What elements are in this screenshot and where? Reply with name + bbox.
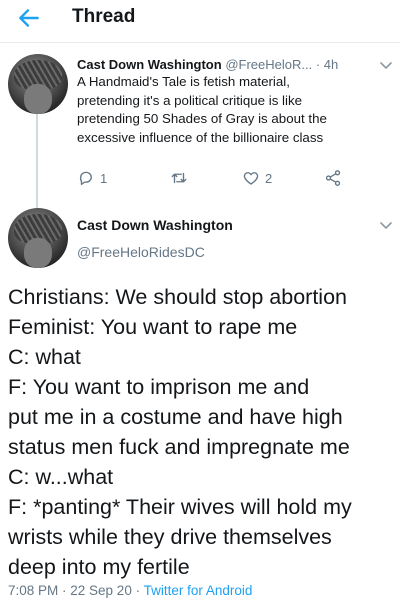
retweet-icon — [171, 172, 187, 184]
tweet-time: · 4h — [315, 57, 339, 72]
header-divider — [0, 42, 400, 43]
back-arrow-icon[interactable] — [16, 5, 42, 31]
tweet-timestamp: 7:08 PM · 22 Sep 20 · — [8, 583, 144, 598]
tweet-author-line: Cast Down Washington @FreeHeloR... · 4h — [77, 57, 338, 72]
top-bar: Thread — [0, 0, 400, 36]
author-name[interactable]: Cast Down Washington — [77, 217, 233, 233]
like-count: 2 — [265, 170, 273, 186]
tweet-line: Feminist: You want to rape me — [8, 315, 298, 339]
tweet-line: excessive influence of the billionaire c… — [77, 129, 324, 145]
like-button[interactable]: 2 — [242, 168, 272, 188]
reply-icon — [79, 171, 92, 186]
chevron-down-icon[interactable] — [379, 221, 393, 231]
reply-count: 1 — [100, 170, 108, 186]
like-icon — [243, 172, 259, 185]
tweet-line: Christians: We should stop abortion — [8, 285, 348, 309]
thread-connector — [36, 114, 38, 209]
tweet-text: Christians: We should stop abortion Femi… — [8, 282, 398, 582]
tweet-line: put me in a costume and have high — [8, 405, 343, 429]
reply-button[interactable]: 1 — [77, 168, 107, 188]
share-icon — [325, 170, 341, 186]
tweet-text: A Handmaid's Tale is fetish material, pr… — [77, 73, 377, 147]
author-handle[interactable]: @FreeHeloRidesDC — [77, 244, 205, 260]
tweet-line: wrists while they drive themselves — [8, 525, 332, 549]
tweet-line: pretending 50 Shades of Gray is about th… — [77, 111, 327, 126]
tweet-line: pretending it's a political critique is … — [77, 92, 303, 108]
chevron-down-icon[interactable] — [379, 61, 393, 71]
tweet-line: C: what — [8, 345, 81, 369]
share-button[interactable] — [324, 168, 342, 188]
tweet-line: A Handmaid's Tale is fetish material, — [77, 74, 290, 89]
retweet-button[interactable] — [169, 168, 194, 188]
author-handle[interactable]: @FreeHeloR... — [225, 57, 312, 72]
avatar[interactable] — [8, 208, 68, 268]
tweet-line: deep into my fertile — [8, 555, 190, 579]
tweet-source-link[interactable]: Twitter for Android — [144, 583, 253, 598]
author-name[interactable]: Cast Down Washington — [77, 57, 222, 72]
tweet-actions: 1 2 — [77, 168, 367, 188]
tweet-meta: 7:08 PM · 22 Sep 20 · Twitter for Androi… — [8, 583, 252, 598]
tweet-line: F: *panting* Their wives will hold my — [8, 495, 352, 519]
tweet-line: C: w...what — [8, 465, 114, 489]
tweet-line: status men fuck and impregnate me — [8, 435, 350, 459]
page-title: Thread — [72, 6, 136, 27]
tweet-line: F: You want to imprison me and — [8, 375, 310, 399]
avatar[interactable] — [8, 54, 68, 114]
